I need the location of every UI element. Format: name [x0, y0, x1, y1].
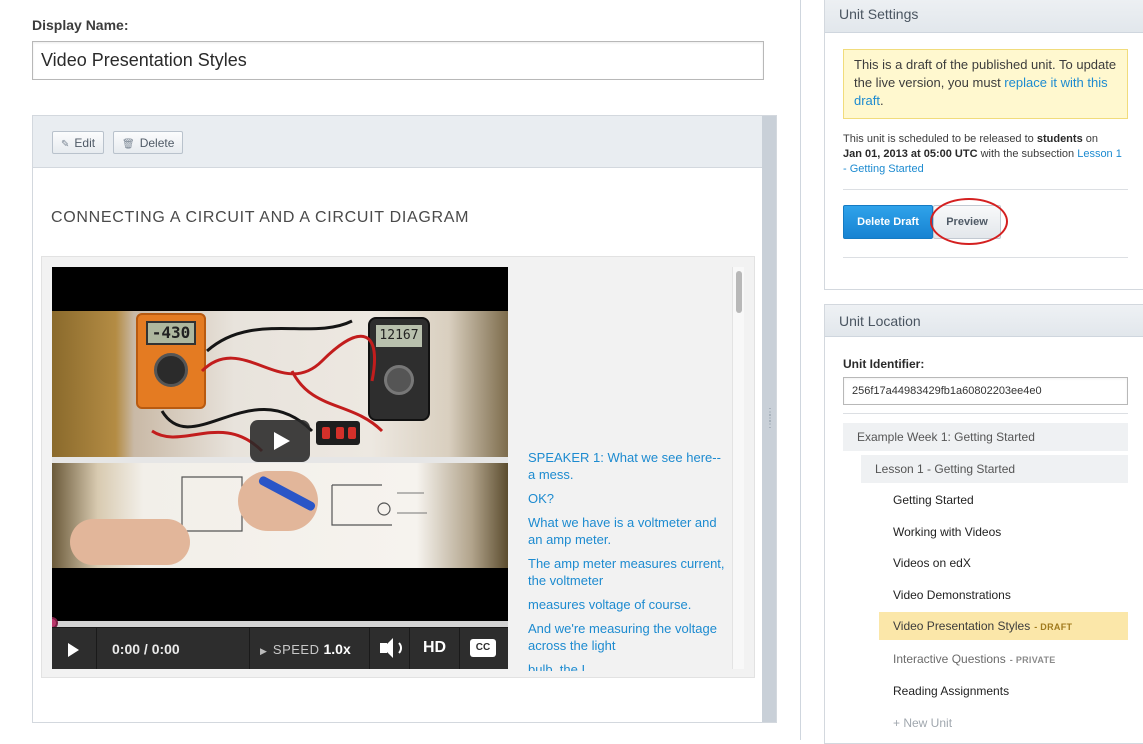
new-unit-button[interactable]: + New Unit — [879, 709, 1128, 737]
hand-left — [70, 519, 190, 565]
resize-grip-icon[interactable]: ⋮ ⋮ ⋮ — [765, 408, 775, 432]
transcript-line[interactable]: measures voltage of course. — [528, 596, 730, 613]
hd-button[interactable]: HD — [410, 628, 460, 669]
unit-location-panel: Unit Location Unit Identifier: Example W… — [824, 304, 1143, 744]
transcript-scrollbar[interactable] — [732, 267, 744, 669]
tree-unit-label: Working with Videos — [893, 525, 1002, 539]
transcript-line[interactable]: And we're measuring the voltage across t… — [528, 620, 730, 654]
transcript-line[interactable]: SPEAKER 1: What we see here-- a mess. — [528, 449, 730, 483]
tree-unit-item[interactable]: Getting Started — [879, 486, 1128, 514]
display-name-label: Display Name: — [32, 17, 129, 33]
speaker-icon — [380, 638, 393, 658]
tree-unit-label: Videos on edX — [893, 556, 971, 570]
transcript-line[interactable]: The amp meter measures current, the volt… — [528, 555, 730, 589]
transcript: SPEAKER 1: What we see here-- a mess. OK… — [528, 449, 730, 671]
edit-button-label: Edit — [74, 136, 96, 150]
schedule-date: Jan 01, 2013 at 05:00 UTC — [843, 148, 978, 160]
video-frame-bottom — [52, 463, 508, 568]
delete-button[interactable]: 🗑 Delete — [113, 131, 184, 154]
large-play-button[interactable] — [250, 420, 310, 462]
unit-settings-title: Unit Settings — [825, 0, 1143, 33]
tree-unit-item[interactable]: Interactive Questions - PRIVATE — [879, 645, 1128, 673]
unit-identifier-field[interactable] — [843, 377, 1128, 405]
settings-divider-bottom — [843, 257, 1128, 258]
tree-unit-item[interactable]: Videos on edX — [879, 549, 1128, 577]
edit-button[interactable]: ✎ Edit — [52, 131, 105, 154]
release-schedule: This unit is scheduled to be released to… — [843, 132, 1128, 177]
highlight-circle — [930, 198, 1008, 245]
captions-button[interactable]: CC — [460, 628, 508, 669]
tree-unit-label: Getting Started — [893, 493, 974, 507]
transcript-scroll-thumb[interactable] — [736, 271, 742, 313]
tree-unit-label: Video Demonstrations — [893, 588, 1011, 602]
transcript-line[interactable]: What we have is a voltmeter and an amp m… — [528, 514, 730, 548]
tree-unit-item-active[interactable]: Video Presentation Styles - DRAFT — [879, 612, 1128, 640]
tree-unit-label: Video Presentation Styles — [893, 619, 1031, 633]
play-button[interactable] — [52, 628, 97, 669]
transcript-line[interactable]: OK? — [528, 490, 730, 507]
tree-unit-item[interactable]: Working with Videos — [879, 518, 1128, 546]
delete-draft-button[interactable]: Delete Draft — [843, 205, 933, 239]
tree-week-item[interactable]: Example Week 1: Getting Started — [843, 423, 1128, 451]
schedule-on: on — [1082, 133, 1098, 145]
draft-notice-end: . — [880, 93, 884, 108]
component-toolbar: ✎ Edit 🗑 Delete — [33, 116, 762, 168]
volume-button[interactable] — [370, 628, 410, 669]
video-controls: 0:00 / 0:00 ▶ SPEED 1.0x HD CC — [52, 627, 508, 669]
video-player[interactable]: -430 12167 0:00 / 0:00 ▶ SPEED 1.0x HD C… — [52, 267, 508, 669]
unit-location-title: Unit Location — [825, 305, 1143, 337]
speed-value: 1.0x — [323, 641, 351, 657]
captions-label: CC — [470, 639, 496, 657]
schedule-with: with the subsection — [977, 148, 1078, 160]
pencil-icon: ✎ — [61, 139, 70, 150]
speed-control[interactable]: ▶ SPEED 1.0x — [250, 628, 370, 669]
tree-unit-label: Reading Assignments — [893, 684, 1010, 698]
time-display: 0:00 / 0:00 — [97, 628, 250, 669]
tree-unit-label: Interactive Questions — [893, 652, 1006, 666]
transcript-line[interactable]: bulb, the I — [528, 661, 730, 671]
schedule-audience: students — [1036, 133, 1083, 145]
video-component: ✎ Edit 🗑 Delete CONNECTING A CIRCUIT AND A… — [32, 115, 777, 723]
delete-button-label: Delete — [139, 136, 175, 150]
draft-tag: - DRAFT — [1034, 622, 1073, 632]
settings-divider — [843, 189, 1128, 190]
speed-arrow-icon: ▶ — [260, 646, 267, 656]
speaker-wave-icon — [394, 640, 402, 656]
tree-lesson-item[interactable]: Lesson 1 - Getting Started — [861, 455, 1128, 483]
tree-unit-item[interactable]: Reading Assignments — [879, 677, 1128, 705]
draft-notice: This is a draft of the published unit. T… — [843, 49, 1128, 119]
video-wrapper: -430 12167 0:00 / 0:00 ▶ SPEED 1.0x HD C… — [41, 256, 755, 678]
tree-unit-item[interactable]: Video Demonstrations — [879, 581, 1128, 609]
speed-label: SPEED — [272, 642, 320, 657]
private-tag: - PRIVATE — [1009, 655, 1056, 665]
trash-icon: 🗑 — [122, 139, 135, 150]
main-editor: Display Name: ✎ Edit 🗑 Delete CONNECTING A… — [0, 0, 800, 740]
unit-settings-panel: Unit Settings This is a draft of the pub… — [824, 0, 1143, 290]
unit-identifier-label: Unit Identifier: — [843, 357, 925, 371]
component-title: CONNECTING A CIRCUIT AND A CIRCUIT DIAGR… — [51, 209, 470, 226]
schedule-prefix: This unit is scheduled to be released to — [843, 133, 1037, 145]
display-name-input[interactable] — [32, 41, 764, 80]
location-divider — [843, 413, 1128, 414]
